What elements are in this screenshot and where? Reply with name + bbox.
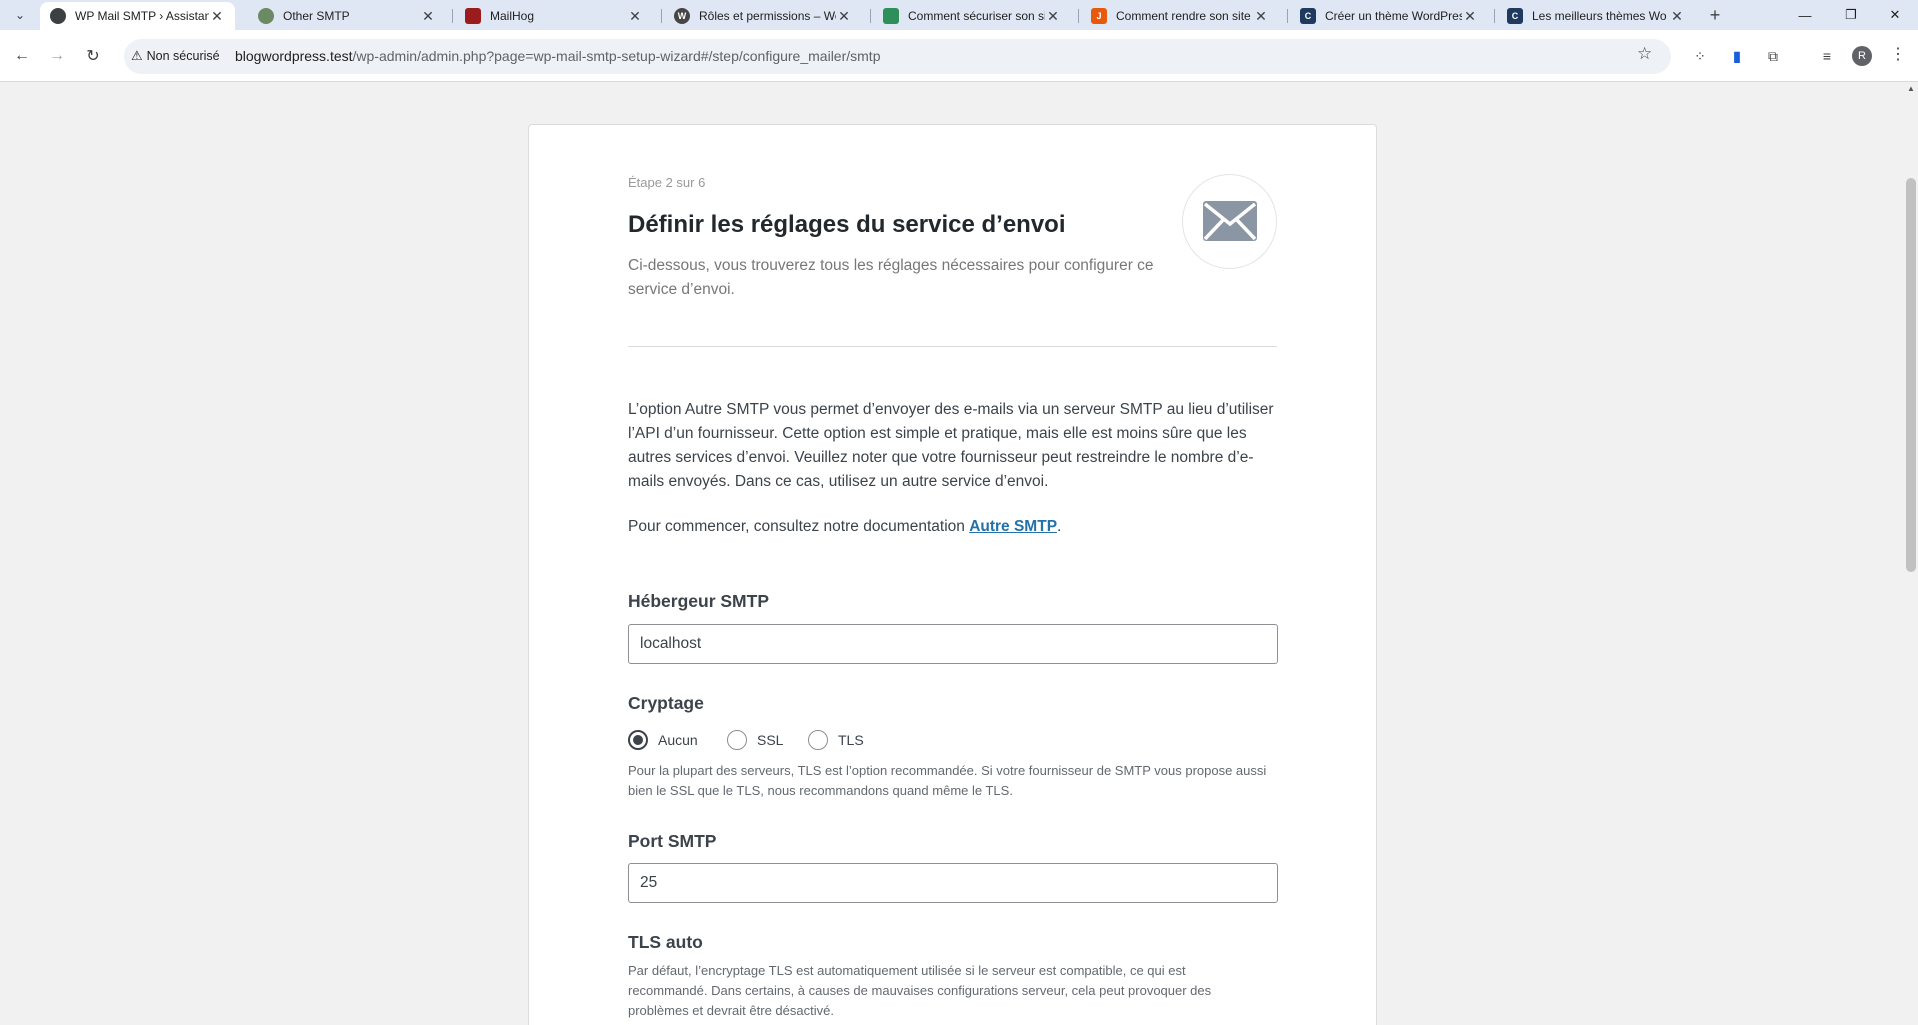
brand-icon: C: [1507, 8, 1523, 24]
smtp-port-input[interactable]: 25: [628, 863, 1278, 903]
profile-avatar[interactable]: R: [1852, 46, 1872, 66]
more-menu-icon[interactable]: ⋮: [1890, 44, 1906, 64]
smtp-host-input[interactable]: localhost: [628, 624, 1278, 664]
close-tab-icon[interactable]: ✕: [836, 8, 852, 25]
warning-icon: ⚠: [131, 48, 143, 63]
tab-creer-theme[interactable]: C Créer un thème WordPres ✕: [1290, 2, 1488, 30]
radio-none[interactable]: [628, 730, 648, 750]
encryption-label: Cryptage: [628, 693, 704, 713]
radio-ssl[interactable]: [727, 730, 747, 750]
radio-label: TLS: [838, 732, 864, 748]
brand-icon: C: [1300, 8, 1316, 24]
tab-separator: [870, 9, 871, 23]
tab-separator: [1494, 9, 1495, 23]
tab-separator: [1287, 9, 1288, 23]
close-tab-icon[interactable]: ✕: [1253, 8, 1269, 25]
bookmark-star-icon[interactable]: ☆: [1637, 44, 1652, 64]
close-tab-icon[interactable]: ✕: [1462, 8, 1478, 25]
step-indicator: Étape 2 sur 6: [628, 175, 706, 190]
url-path: /wp-admin/admin.php?page=wp-mail-smtp-se…: [352, 48, 881, 64]
tab-roles-permissions[interactable]: W Rôles et permissions – Wo ✕: [664, 2, 862, 30]
radio-tls[interactable]: [808, 730, 828, 750]
minimize-icon[interactable]: —: [1782, 0, 1828, 30]
brand-icon: J: [1091, 8, 1107, 24]
close-tab-icon[interactable]: ✕: [420, 8, 436, 25]
tab-mailhog[interactable]: MailHog ✕: [455, 2, 653, 30]
encryption-option-none[interactable]: Aucun: [628, 730, 698, 750]
tab-rendre-site[interactable]: J Comment rendre son site ✕: [1081, 2, 1279, 30]
reload-icon[interactable]: ↻: [81, 44, 105, 68]
mailer-description: L’option Autre SMTP vous permet d’envoye…: [628, 401, 1274, 490]
auto-tls-help: Par défaut, l’encryptage TLS est automat…: [628, 963, 1212, 1018]
tab-separator: [1078, 9, 1079, 23]
tab-title: MailHog: [490, 9, 535, 23]
tab-separator: [452, 9, 453, 23]
password-manager-icon[interactable]: ▮: [1727, 46, 1747, 66]
tab-title: Rôles et permissions – Wo: [699, 9, 836, 23]
media-icon[interactable]: ≡: [1817, 46, 1837, 66]
documentation-link[interactable]: Autre SMTP: [969, 518, 1057, 535]
url-text[interactable]: blogwordpress.test/wp-admin/admin.php?pa…: [235, 48, 880, 64]
security-label: Non sécurisé: [146, 49, 220, 63]
tab-search-icon[interactable]: ⌄: [8, 4, 32, 26]
forward-icon[interactable]: →: [45, 44, 69, 68]
radio-label: Aucun: [658, 732, 698, 748]
close-window-icon[interactable]: ✕: [1872, 0, 1918, 30]
documentation-text: Pour commencer, consultez notre document…: [628, 518, 1061, 536]
tab-title: Comment rendre son site: [1116, 9, 1251, 23]
close-tab-icon[interactable]: ✕: [1669, 8, 1685, 25]
tab-other-smtp[interactable]: Other SMTP ✕: [248, 2, 446, 30]
tab-title: Les meilleurs thèmes Wo: [1532, 9, 1667, 23]
tab-securiser-site[interactable]: Comment sécuriser son si ✕: [873, 2, 1071, 30]
tab-title: Comment sécuriser son si: [908, 9, 1045, 23]
new-tab-icon[interactable]: +: [1703, 4, 1727, 26]
envelope-icon: [1203, 201, 1257, 241]
tab-meilleurs-themes[interactable]: C Les meilleurs thèmes Wo ✕: [1497, 2, 1695, 30]
globe-icon: [50, 8, 66, 24]
scroll-up-arrow[interactable]: ▲: [1906, 84, 1916, 93]
mailhog-icon: [465, 8, 481, 24]
restore-icon[interactable]: ❐: [1828, 0, 1874, 30]
doc-prefix: Pour commencer, consultez notre document…: [628, 518, 970, 535]
doc-suffix: .: [1057, 518, 1062, 535]
tab-title: Créer un thème WordPres: [1325, 9, 1462, 23]
tab-wp-mail-smtp[interactable]: WP Mail SMTP › Assistant ✕: [40, 2, 235, 30]
tab-separator: [661, 9, 662, 23]
back-icon[interactable]: ←: [10, 44, 34, 68]
puzzle-icon[interactable]: ⧉: [1763, 46, 1783, 66]
radio-label: SSL: [757, 732, 784, 748]
header-divider: [628, 346, 1277, 347]
url-host: blogwordpress.test: [235, 48, 353, 64]
drop-icon: [258, 8, 274, 24]
encryption-option-ssl[interactable]: SSL: [727, 730, 783, 750]
scrollbar-thumb[interactable]: [1906, 178, 1916, 572]
security-indicator[interactable]: ⚠ Non sécurisé: [131, 48, 220, 64]
close-tab-icon[interactable]: ✕: [209, 8, 225, 25]
tab-title: Other SMTP: [283, 9, 350, 23]
extension-icon[interactable]: ⁘: [1690, 46, 1710, 66]
page-subtitle: Ci-dessous, vous trouverez tous les régl…: [628, 257, 1154, 298]
page-title: Définir les réglages du service d’envoi: [628, 211, 1066, 238]
auto-tls-label: TLS auto: [628, 932, 703, 952]
tab-title: WP Mail SMTP › Assistant: [75, 9, 209, 23]
wordpress-icon: W: [674, 8, 690, 24]
smtp-port-label: Port SMTP: [628, 831, 717, 851]
encryption-option-tls[interactable]: TLS: [808, 730, 864, 750]
close-tab-icon[interactable]: ✕: [627, 8, 643, 25]
grid-icon: [883, 8, 899, 24]
encryption-help: Pour la plupart des serveurs, TLS est l’…: [628, 763, 1267, 798]
smtp-host-label: Hébergeur SMTP: [628, 591, 769, 611]
close-tab-icon[interactable]: ✕: [1045, 8, 1061, 25]
